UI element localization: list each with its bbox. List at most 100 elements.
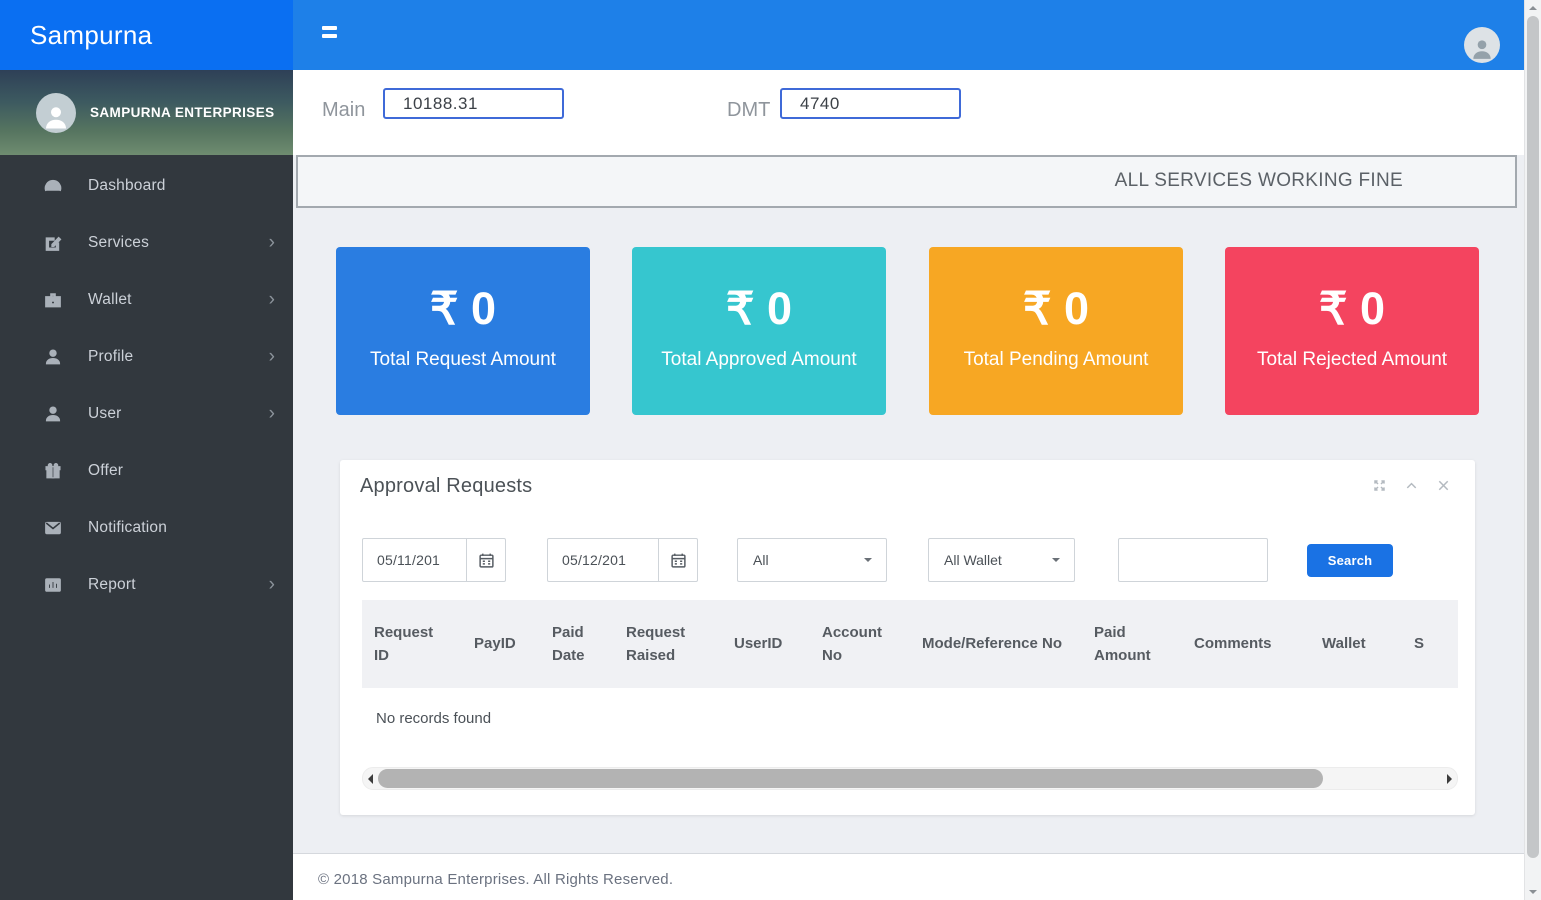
sidebar-item-user[interactable]: User › bbox=[0, 385, 293, 442]
sidebar-item-label: User bbox=[88, 404, 122, 422]
main-content: Main DMT ALL SERVICES WORKING FINE ₹ 0 T… bbox=[293, 70, 1524, 900]
stat-cards: ₹ 0 Total Request Amount ₹ 0 Total Appro… bbox=[293, 247, 1524, 415]
scroll-right-arrow-icon[interactable] bbox=[1447, 774, 1452, 784]
enterprise-name: SAMPURNA ENTERPRISES bbox=[90, 105, 275, 120]
user-avatar[interactable] bbox=[1464, 27, 1500, 63]
stat-amount: ₹ 0 bbox=[1318, 283, 1386, 335]
stat-label: Total Pending Amount bbox=[963, 349, 1149, 371]
status-select[interactable]: All bbox=[737, 538, 887, 582]
table-header-row: Request ID PayID Paid Date Request Raise… bbox=[362, 600, 1458, 688]
dashboard-page: Sampurna SAMPURNA ENTERPRISES Dashboard … bbox=[0, 0, 1541, 900]
date-from-group bbox=[362, 538, 506, 582]
stat-label: Total Approved Amount bbox=[661, 349, 857, 371]
filter-row: All All Wallet Search bbox=[362, 538, 1458, 582]
briefcase-icon bbox=[44, 291, 62, 309]
horizontal-scrollbar-thumb[interactable] bbox=[378, 769, 1323, 788]
sidebar-item-label: Profile bbox=[88, 347, 134, 365]
column-header: UserID bbox=[734, 635, 783, 653]
services-status-banner: ALL SERVICES WORKING FINE bbox=[296, 155, 1517, 208]
search-input[interactable] bbox=[1118, 538, 1268, 582]
sidebar-item-offer[interactable]: Offer bbox=[0, 442, 293, 499]
close-icon[interactable] bbox=[1436, 478, 1451, 493]
date-to-input[interactable] bbox=[548, 539, 658, 581]
sidebar-item-label: Notification bbox=[88, 518, 168, 536]
column-header: Paid Amount bbox=[1094, 623, 1151, 664]
column-header: Request ID bbox=[374, 623, 434, 664]
calendar-icon[interactable] bbox=[658, 539, 697, 581]
sidebar-item-label: Services bbox=[88, 233, 150, 251]
chevron-right-icon: › bbox=[268, 574, 275, 595]
main-wallet-input[interactable] bbox=[383, 88, 564, 119]
column-header: Comments bbox=[1194, 635, 1272, 653]
sidebar-nav: Dashboard Services › Wallet › Profile › … bbox=[0, 155, 293, 613]
column-header: Account No bbox=[822, 623, 882, 664]
sidebar-item-notification[interactable]: Notification bbox=[0, 499, 293, 556]
column-header: PayID bbox=[474, 635, 516, 653]
chevron-right-icon: › bbox=[268, 232, 275, 253]
column-header: S bbox=[1414, 635, 1425, 653]
vertical-scrollbar-thumb[interactable] bbox=[1527, 16, 1539, 858]
scroll-down-arrow-icon[interactable] bbox=[1529, 890, 1537, 894]
date-from-input[interactable] bbox=[363, 539, 466, 581]
main-wallet-label: Main bbox=[322, 99, 366, 121]
sidebar-item-label: Report bbox=[88, 575, 136, 593]
services-status-text: ALL SERVICES WORKING FINE bbox=[1114, 170, 1403, 191]
envelope-icon bbox=[44, 519, 62, 537]
sidebar-avatar-icon bbox=[36, 92, 76, 133]
stat-label: Total Rejected Amount bbox=[1256, 349, 1448, 371]
topbar bbox=[293, 0, 1524, 70]
vertical-scrollbar[interactable] bbox=[1524, 0, 1541, 900]
column-header: Mode/Reference No bbox=[922, 635, 1063, 653]
wallet-summary-bar: Main DMT bbox=[293, 70, 1524, 155]
user-avatar-icon bbox=[1473, 39, 1491, 59]
sidebar-item-profile[interactable]: Profile › bbox=[0, 328, 293, 385]
approval-requests-table: Request ID PayID Paid Date Request Raise… bbox=[362, 600, 1458, 754]
sidebar-item-label: Wallet bbox=[88, 290, 132, 308]
status-select-value: All bbox=[753, 552, 769, 568]
panel-tools bbox=[1372, 478, 1451, 493]
user-icon bbox=[44, 348, 62, 366]
user-icon bbox=[44, 405, 62, 423]
scroll-left-arrow-icon[interactable] bbox=[368, 774, 373, 784]
collapse-icon[interactable] bbox=[1404, 478, 1419, 493]
search-button[interactable]: Search bbox=[1307, 544, 1393, 577]
stat-label: Total Request Amount bbox=[370, 349, 556, 371]
brand-logo[interactable]: Sampurna bbox=[0, 0, 293, 70]
scroll-up-arrow-icon[interactable] bbox=[1529, 6, 1537, 10]
wallet-select-value: All Wallet bbox=[944, 552, 1002, 568]
sidebar-item-dashboard[interactable]: Dashboard bbox=[0, 157, 293, 214]
copyright-text: © 2018 Sampurna Enterprises. All Rights … bbox=[318, 871, 674, 888]
stat-amount: ₹ 0 bbox=[725, 283, 793, 335]
wallet-select[interactable]: All Wallet bbox=[928, 538, 1075, 582]
column-header: Wallet bbox=[1322, 635, 1366, 653]
column-header: Request Raised bbox=[626, 623, 686, 664]
sidebar-item-wallet[interactable]: Wallet › bbox=[0, 271, 293, 328]
stat-amount: ₹ 0 bbox=[1022, 283, 1090, 335]
menu-toggle-button[interactable] bbox=[322, 26, 340, 44]
stat-card-total-pending: ₹ 0 Total Pending Amount bbox=[929, 247, 1183, 415]
column-header: Paid Date bbox=[552, 623, 585, 664]
chevron-right-icon: › bbox=[268, 346, 275, 367]
approval-requests-panel: Approval Requests 05/11/201 05/12/201 Al… bbox=[340, 460, 1475, 815]
stat-card-total-rejected: ₹ 0 Total Rejected Amount bbox=[1225, 247, 1479, 415]
sidebar-item-services[interactable]: Services › bbox=[0, 214, 293, 271]
sidebar-item-report[interactable]: Report › bbox=[0, 556, 293, 613]
stat-card-total-approved: ₹ 0 Total Approved Amount bbox=[632, 247, 886, 415]
gift-icon bbox=[44, 462, 62, 480]
sidebar: Sampurna SAMPURNA ENTERPRISES Dashboard … bbox=[0, 0, 293, 900]
expand-icon[interactable] bbox=[1372, 478, 1387, 493]
chevron-right-icon: › bbox=[268, 289, 275, 310]
stat-amount: ₹ 0 bbox=[429, 283, 497, 335]
sidebar-item-label: Offer bbox=[88, 461, 124, 479]
horizontal-scrollbar[interactable] bbox=[362, 767, 1458, 790]
stat-card-total-request: ₹ 0 Total Request Amount bbox=[336, 247, 590, 415]
empty-table-message: No records found bbox=[376, 710, 492, 727]
chevron-right-icon: › bbox=[268, 403, 275, 424]
chart-icon bbox=[44, 576, 62, 594]
page-footer: © 2018 Sampurna Enterprises. All Rights … bbox=[293, 853, 1524, 900]
edit-icon bbox=[44, 234, 62, 252]
calendar-icon[interactable] bbox=[466, 539, 505, 581]
dmt-wallet-input[interactable] bbox=[780, 88, 961, 119]
panel-title: Approval Requests bbox=[360, 475, 533, 497]
gauge-icon bbox=[44, 177, 62, 195]
